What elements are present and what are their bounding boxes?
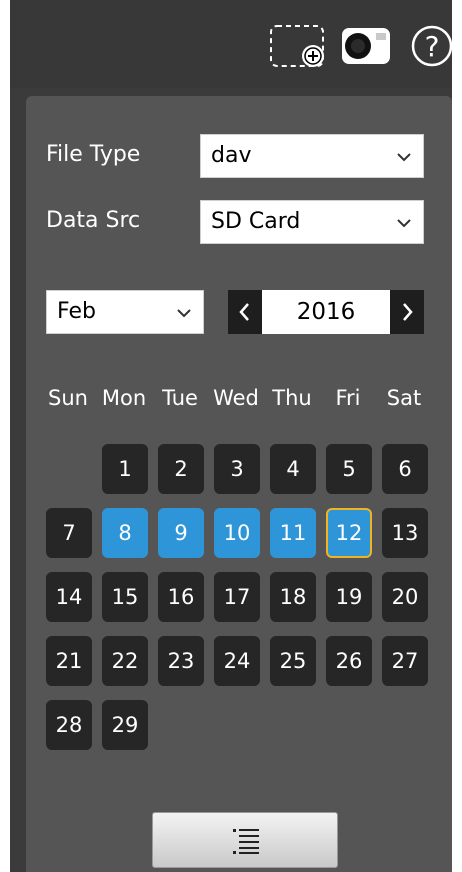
file-type-label: File Type <box>46 142 141 167</box>
next-year-button[interactable] <box>390 290 424 334</box>
weekday-label: Sat <box>386 386 422 410</box>
playback-panel: ? File Type dav Data Src SD Card Feb 201… <box>10 0 452 872</box>
calendar-day[interactable]: 9 <box>158 508 204 558</box>
weekday-label: Sun <box>48 386 88 410</box>
weekday-label: Tue <box>162 386 198 410</box>
toolbar: ? <box>10 0 452 88</box>
calendar-day[interactable]: 29 <box>102 700 148 750</box>
calendar-day[interactable]: 15 <box>102 572 148 622</box>
calendar-day[interactable]: 3 <box>214 444 260 494</box>
calendar-day[interactable]: 26 <box>326 636 372 686</box>
chevron-down-icon <box>177 309 191 318</box>
file-type-value: dav <box>211 143 252 168</box>
add-window-icon[interactable] <box>268 18 328 74</box>
calendar-day[interactable]: 23 <box>158 636 204 686</box>
weekday-label: Thu <box>272 386 312 410</box>
data-src-label: Data Src <box>46 208 141 233</box>
chevron-right-icon <box>403 303 413 321</box>
weekday-label: Wed <box>213 386 259 410</box>
calendar-day[interactable]: 5 <box>326 444 372 494</box>
calendar-day[interactable]: 12 <box>326 508 372 558</box>
weekday-label: Fri <box>335 386 361 410</box>
calendar-day[interactable]: 16 <box>158 572 204 622</box>
year-value: 2016 <box>296 299 356 325</box>
data-src-value: SD Card <box>211 209 301 234</box>
calendar-day[interactable]: 25 <box>270 636 316 686</box>
calendar-day[interactable]: 20 <box>382 572 428 622</box>
month-select[interactable]: Feb <box>46 290 204 334</box>
calendar-day[interactable]: 27 <box>382 636 428 686</box>
list-icon <box>233 829 259 854</box>
chevron-down-icon <box>397 153 411 162</box>
calendar-day[interactable]: 10 <box>214 508 260 558</box>
calendar-day[interactable]: 7 <box>46 508 92 558</box>
calendar-day[interactable]: 19 <box>326 572 372 622</box>
snapshot-camera-icon[interactable] <box>340 18 396 74</box>
calendar-day[interactable]: 11 <box>270 508 316 558</box>
calendar-day[interactable]: 17 <box>214 572 260 622</box>
year-selector: 2016 <box>228 290 424 334</box>
data-src-select[interactable]: SD Card <box>200 200 424 244</box>
weekday-label: Mon <box>101 386 147 410</box>
calendar-day[interactable]: 4 <box>270 444 316 494</box>
svg-text:?: ? <box>425 30 440 63</box>
calendar-day[interactable]: 2 <box>158 444 204 494</box>
calendar-day[interactable]: 6 <box>382 444 428 494</box>
file-type-select[interactable]: dav <box>200 134 424 178</box>
calendar-day[interactable]: 18 <box>270 572 316 622</box>
calendar-day[interactable]: 21 <box>46 636 92 686</box>
prev-year-button[interactable] <box>228 290 262 334</box>
file-list-button[interactable] <box>152 812 338 868</box>
help-icon[interactable]: ? <box>410 18 452 74</box>
calendar-day[interactable]: 13 <box>382 508 428 558</box>
calendar-day[interactable]: 8 <box>102 508 148 558</box>
calendar-day[interactable]: 24 <box>214 636 260 686</box>
month-value: Feb <box>57 299 96 324</box>
search-panel: File Type dav Data Src SD Card Feb 2016 … <box>26 96 452 872</box>
calendar-day[interactable]: 1 <box>102 444 148 494</box>
calendar-day[interactable]: 22 <box>102 636 148 686</box>
calendar-day[interactable]: 14 <box>46 572 92 622</box>
calendar-day[interactable]: 28 <box>46 700 92 750</box>
chevron-down-icon <box>397 219 411 228</box>
chevron-left-icon <box>239 303 249 321</box>
